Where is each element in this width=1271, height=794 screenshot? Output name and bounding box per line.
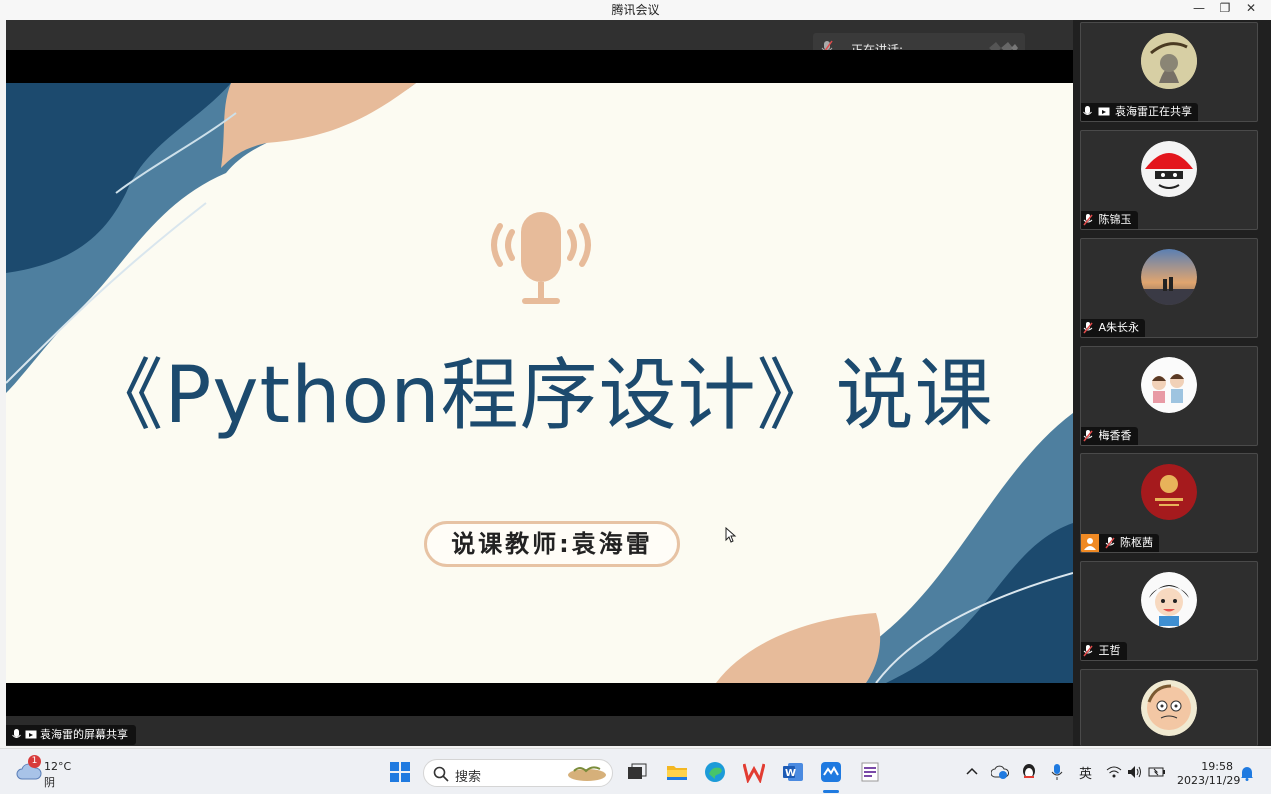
shared-slide: 《Python程序设计》说课 说课教师:袁海雷 [6, 83, 1073, 683]
ime-indicator[interactable]: 英 [1079, 763, 1092, 782]
participant-name-tag: 梅香香 [1081, 427, 1138, 445]
participant-name-tag: 陈锦玉 [1081, 211, 1138, 229]
participant-name-tag: 王哲 [1081, 642, 1127, 660]
participant-name: 陈锦玉 [1098, 213, 1132, 226]
participant-name-tag: 袁海雷正在共享 [1081, 103, 1198, 121]
participant-name-tag: 陈枢茜 [1081, 534, 1159, 552]
windows-start-icon[interactable] [389, 761, 411, 783]
avatar [1141, 680, 1197, 736]
svg-text:W: W [785, 768, 796, 779]
participant-tile[interactable]: A朱长永 [1080, 238, 1258, 338]
mic-muted-icon [1083, 322, 1093, 334]
window-title: 腾讯会议 [611, 3, 660, 17]
clock-time: 19:58 [1201, 760, 1233, 773]
file-explorer-icon[interactable] [666, 761, 688, 783]
mouse-cursor-icon [725, 527, 737, 543]
window-titlebar: 腾讯会议 — ❐ ✕ [0, 0, 1271, 20]
weather-condition: 阴 [44, 776, 55, 789]
participant-tile[interactable]: 陈枢茜 [1080, 453, 1258, 553]
mic-muted-icon [1104, 537, 1115, 549]
participant-tile[interactable]: 王哲 [1080, 561, 1258, 661]
participant-tile[interactable]: 袁海雷正在共享 [1080, 22, 1258, 122]
battery-icon[interactable] [1148, 765, 1166, 779]
close-button[interactable]: ✕ [1238, 0, 1264, 18]
avatar [1141, 33, 1197, 89]
avatar [1141, 141, 1197, 197]
share-stage: 正在讲话: [6, 20, 1073, 746]
meeting-window: 正在讲话: [6, 20, 1271, 746]
participant-name: 袁海雷正在共享 [1115, 105, 1192, 118]
tencent-meeting-icon[interactable] [820, 761, 842, 783]
active-app-indicator [823, 790, 839, 793]
task-view-icon[interactable] [626, 761, 648, 783]
user-host-icon [1081, 534, 1099, 552]
word-icon[interactable]: W [782, 761, 804, 783]
clock-date: 2023/11/29 [1177, 774, 1241, 787]
edge-browser-icon[interactable] [704, 761, 726, 783]
notification-badge: 1 [28, 755, 41, 768]
screen-share-label: 袁海雷的屏幕共享 [6, 725, 136, 745]
search-placeholder: 搜索 [455, 770, 482, 785]
chevron-up-icon[interactable] [965, 766, 979, 776]
slide-title: 《Python程序设计》说课 [85, 351, 994, 441]
microphone-tray-icon[interactable] [1051, 763, 1063, 781]
system-clock[interactable]: 19:58 2023/11/29 [1177, 760, 1241, 788]
mic-muted-icon [1083, 214, 1093, 226]
avatar [1141, 249, 1197, 305]
onedrive-icon[interactable] [991, 764, 1009, 780]
mic-icon [1083, 106, 1092, 115]
notification-bell-icon[interactable] [1240, 765, 1254, 781]
participant-name: A朱长永 [1098, 321, 1140, 334]
screen-share-icon [25, 730, 36, 739]
participant-panel: 袁海雷正在共享 陈锦玉 A朱长永 梅香香 陈枢茜 王哲 [1073, 20, 1271, 746]
search-highlight-icon [568, 766, 606, 781]
screen-share-text: 袁海雷的屏幕共享 [40, 728, 128, 741]
stage-bottom-strip [6, 716, 1073, 746]
mic-muted-icon [1083, 645, 1093, 657]
participant-name: 陈枢茜 [1120, 536, 1153, 549]
participant-tile[interactable]: 陈锦玉 [1080, 130, 1258, 230]
avatar [1141, 572, 1197, 628]
participant-tile[interactable] [1080, 669, 1258, 746]
mic-icon [12, 729, 21, 738]
volume-icon[interactable] [1127, 765, 1143, 779]
weather-temp: 12°C [44, 760, 72, 773]
app-icon[interactable] [859, 761, 881, 783]
search-icon [433, 766, 449, 782]
avatar [1141, 464, 1197, 520]
avatar [1141, 357, 1197, 413]
slide-teacher-label: 说课教师:袁海雷 [424, 521, 680, 567]
microphone-icon [491, 212, 591, 304]
wps-office-icon[interactable] [743, 761, 765, 783]
participant-name-tag: A朱长永 [1081, 319, 1146, 337]
letterbox-bottom [6, 683, 1073, 716]
participant-tile[interactable]: 梅香香 [1080, 346, 1258, 446]
restore-button[interactable]: ❐ [1212, 0, 1238, 18]
minimize-button[interactable]: — [1186, 0, 1212, 18]
participant-name: 梅香香 [1098, 429, 1132, 442]
windows-taskbar: 1 12°C 阴 搜索 W 英 19:58 2023/11/29 [0, 748, 1271, 794]
wifi-icon[interactable] [1106, 765, 1122, 779]
mic-muted-icon [1083, 430, 1093, 442]
letterbox-top [6, 50, 1073, 83]
qq-icon[interactable] [1021, 763, 1037, 781]
screen-share-icon [1098, 107, 1109, 116]
taskbar-search-input[interactable]: 搜索 [423, 759, 613, 787]
participant-name: 王哲 [1098, 644, 1121, 657]
